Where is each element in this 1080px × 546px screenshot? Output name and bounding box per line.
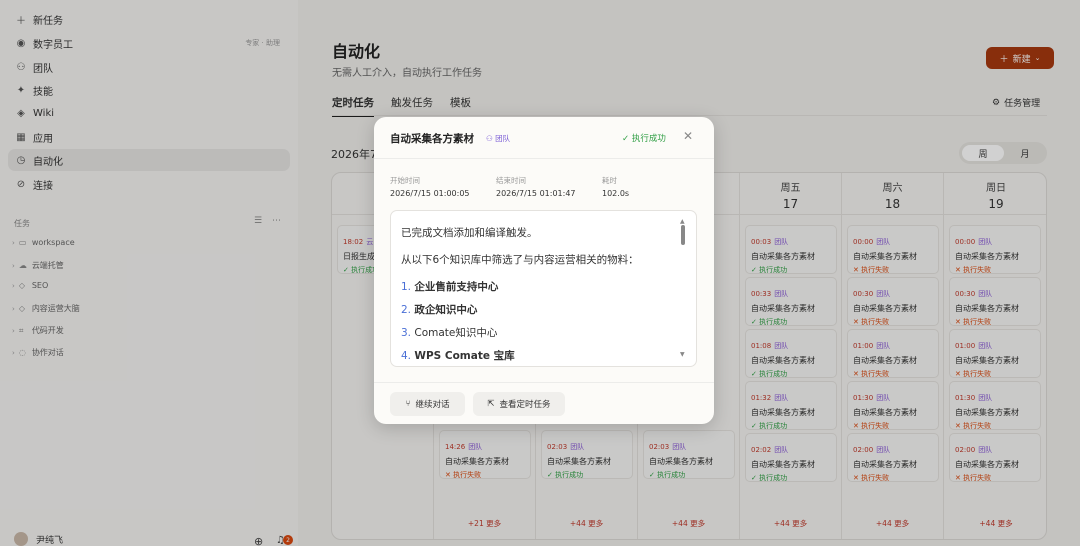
team-icon: ⚇: [486, 134, 496, 143]
branch-icon: ⑂: [405, 399, 411, 409]
close-icon[interactable]: ✕: [683, 129, 693, 143]
team-badge: ⚇ 团队: [486, 134, 511, 143]
dialog-footer-divider: [374, 382, 714, 383]
continue-chat-button[interactable]: ⑂ 继续对话: [390, 392, 465, 416]
duration-value: 102.0s: [602, 189, 630, 198]
start-time-label: 开始时间: [390, 176, 420, 185]
duration-label: 耗时: [602, 176, 617, 185]
scrollbar-thumb[interactable]: [681, 225, 685, 245]
start-time-value: 2026/7/15 01:00:05: [390, 189, 470, 198]
dialog-title: 自动采集各方素材: [390, 133, 474, 145]
list-item: 4. WPS Comate 宝库: [401, 350, 515, 362]
scroll-up-icon[interactable]: ▲: [680, 218, 685, 225]
result-paragraph: 已完成文档添加和编译触发。: [401, 227, 538, 239]
list-item: 3. Comate知识中心: [401, 327, 498, 339]
view-scheduled-task-button[interactable]: ⇱ 查看定时任务: [473, 392, 565, 416]
external-link-icon: ⇱: [487, 399, 495, 409]
result-paragraph: 从以下6个知识库中筛选了与内容运营相关的物料：: [401, 254, 639, 266]
list-item: 2. 政企知识中心: [401, 304, 478, 316]
end-time-label: 结束时间: [496, 176, 526, 185]
result-content[interactable]: 已完成文档添加和编译触发。 从以下6个知识库中筛选了与内容运营相关的物料： 1.…: [390, 210, 697, 367]
list-item: 1. 企业售前支持中心: [401, 281, 499, 293]
check-icon: ✓: [622, 134, 632, 144]
scroll-down-icon[interactable]: ▼: [680, 351, 685, 358]
status-badge: ✓ 执行成功: [622, 134, 666, 144]
end-time-value: 2026/7/15 01:01:47: [496, 189, 576, 198]
task-run-dialog: 自动采集各方素材 ⚇ 团队 ✓ 执行成功 ✕ 开始时间 2026/7/15 01…: [374, 117, 714, 424]
